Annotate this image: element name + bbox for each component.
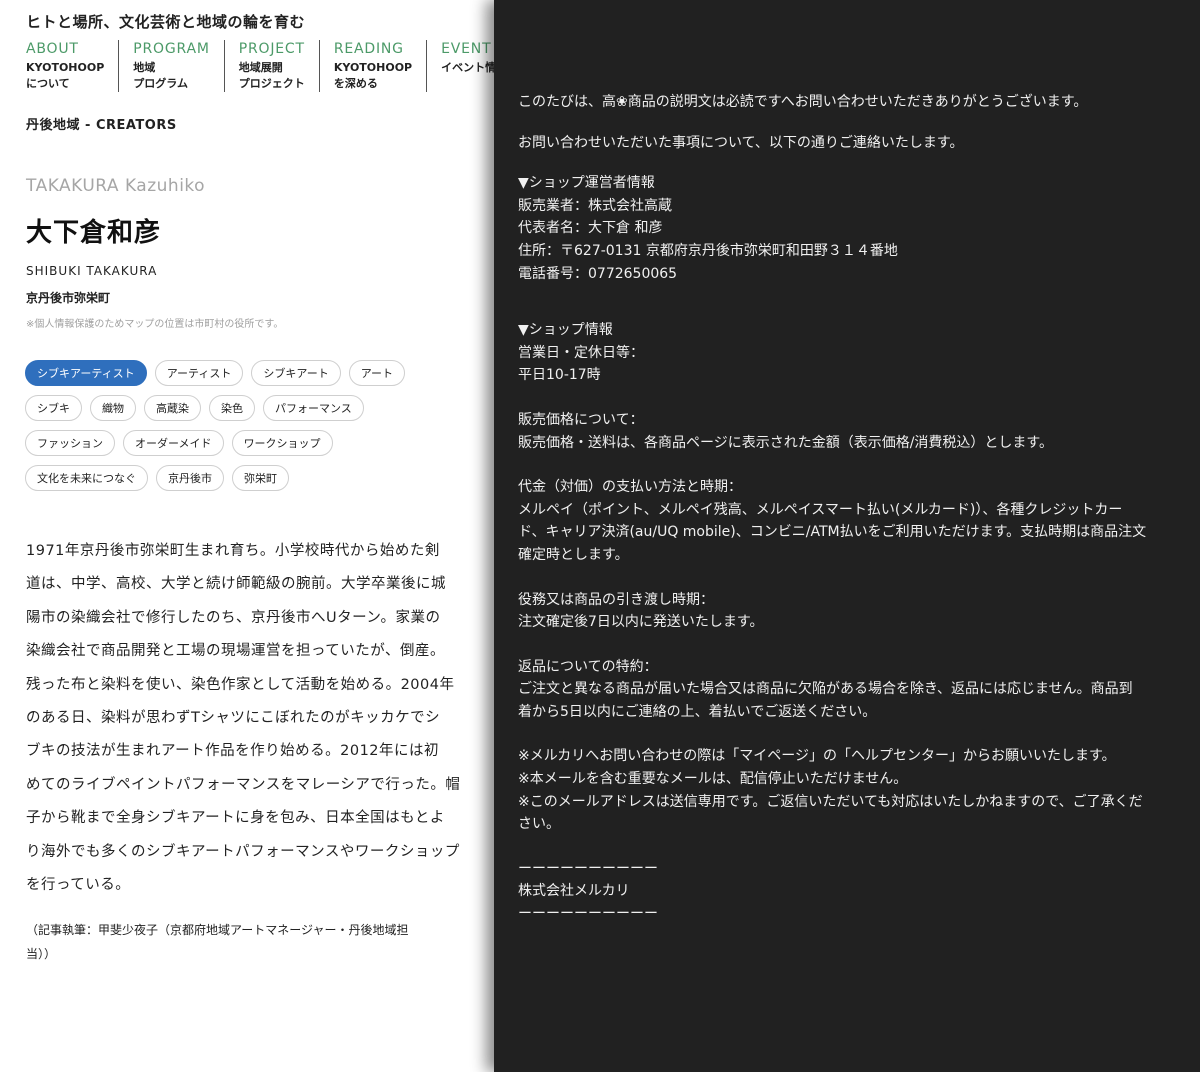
tag-chip[interactable]: ワークショップ xyxy=(231,430,333,456)
tag-chip[interactable]: 京丹後市 xyxy=(156,465,224,491)
tag-chip[interactable]: オーダーメイド xyxy=(123,430,224,456)
bio-line: のある日、染料が思わずTシャツにこぼれたのがキッカケでシ xyxy=(26,709,441,726)
credit-line: （記事執筆：甲斐少夜子（京都府地域アートマネージャー・丹後地域担 xyxy=(26,923,409,937)
mail-note: さい。 xyxy=(518,816,560,833)
mail-note: ※このメールアドレスは送信専用です。ご返信いただいても対応はいたしかねますので、… xyxy=(518,793,1143,810)
bio-line: 道は、中学、高校、大学と続け師範級の腕前。大学卒業後に城 xyxy=(26,576,446,593)
tag-chip[interactable]: 染色 xyxy=(209,395,255,421)
mail-note: ※本メールを含む重要なメールは、配信停止いただけません。 xyxy=(518,771,908,788)
signature-company: 株式会社メルカリ xyxy=(518,883,630,900)
tag-chip[interactable]: 高蔵染 xyxy=(144,395,201,421)
tag-list: シブキアーティスト アーティスト シブキアート アート シブキ 織物 高蔵染 染… xyxy=(25,360,465,500)
bio-line: り海外でも多くのシブキアートパフォーマンスやワークショップ xyxy=(26,843,460,860)
tag-chip[interactable]: ファッション xyxy=(25,430,115,456)
nav-item-program[interactable]: PROGRAM 地域 プログラム xyxy=(133,40,225,92)
tag-row: シブキ 織物 高蔵染 染色 パフォーマンス xyxy=(25,395,465,421)
bio-line: 1971年京丹後市弥栄町生まれ育ち。小学校時代から始めた剣 xyxy=(26,543,440,559)
nav-label-ja: について xyxy=(26,77,70,90)
nav-label-en: PROJECT xyxy=(238,41,305,57)
tag-row: ファッション オーダーメイド ワークショップ xyxy=(25,430,465,456)
bio-line: 残った布と染料を使い、染色作家として活動を始める。2004年 xyxy=(26,676,455,693)
bio-line: めてのライブペイントパフォーマンスをマレーシアで行った。帽 xyxy=(26,776,461,793)
mail-greeting: このたびは、高❀商品の説明文は必読ですへお問い合わせいただきありがとうございます… xyxy=(518,94,1088,110)
nav-label-en: EVENT xyxy=(441,41,492,57)
nav-label-ja: 地域展開 xyxy=(238,61,283,74)
signature-rule: ーーーーーーーーーー xyxy=(518,860,658,877)
tag-chip-active[interactable]: シブキアーティスト xyxy=(25,360,147,386)
bio-line: 染織会社で商品開発と工場の現場運営を担っていたが、倒産。 xyxy=(26,643,445,660)
payment-text: 確定時とします。 xyxy=(518,546,629,563)
tag-chip[interactable]: 文化を未来につなぐ xyxy=(25,465,148,491)
shop-hours-label: 営業日・定休日等： xyxy=(518,344,644,361)
creator-alias: SHIBUKI TAKAKURA xyxy=(26,264,158,278)
email-message-panel: このたびは、高❀商品の説明文は必読ですへお問い合わせいただきありがとうございます… xyxy=(494,0,1200,1072)
returns-text: 着から5日以内にご連絡の上、着払いでご返送ください。 xyxy=(518,703,877,720)
operator-representative: 代表者名：大下倉 和彦 xyxy=(518,220,663,237)
site-tagline: ヒトと場所、文化芸術と地域の輪を育む xyxy=(26,13,306,31)
nav-label-en: READING xyxy=(333,41,404,57)
creator-name-romaji: TAKAKURA Kazuhiko xyxy=(26,176,206,196)
operator-address: 住所：〒627-0131 京都府京丹後市弥栄町和田野３１４番地 xyxy=(518,242,898,259)
nav-item-reading[interactable]: READING KYOTOHOOP を深める xyxy=(333,40,428,92)
tag-row: シブキアーティスト アーティスト シブキアート アート xyxy=(25,360,465,386)
operator-phone: 電話番号：0772650065 xyxy=(518,265,678,282)
price-label: 販売価格について： xyxy=(518,411,644,428)
returns-label: 返品についての特約： xyxy=(518,658,658,675)
signature-rule: ーーーーーーーーーー xyxy=(518,906,658,923)
email-body: このたびは、高❀商品の説明文は必読ですへお問い合わせいただきありがとうございます… xyxy=(518,91,1190,926)
operator-seller: 販売業者：株式会社高蔵 xyxy=(518,197,672,214)
shop-heading: ▼ショップ情報 xyxy=(518,322,613,339)
payment-label: 代金（対価）の支払い方法と時期： xyxy=(518,479,742,496)
nav-item-about[interactable]: ABOUT KYOTOHOOP について xyxy=(26,40,120,92)
returns-text: ご注文と異なる商品が届いた場合又は商品に欠陥がある場合を除き、返品には応じません… xyxy=(518,681,1133,698)
nav-item-event[interactable]: EVENT イベント情報 xyxy=(441,40,494,92)
bio-line: を行っている。 xyxy=(26,876,131,893)
payment-text: メルペイ（ポイント、メルペイ残高、メルペイスマート払い(メルカード)）、各種クレ… xyxy=(518,501,1123,518)
operator-heading: ▼ショップ運営者情報 xyxy=(518,175,655,192)
nav-label-ja: イベント情報 xyxy=(441,61,494,74)
credit-line: 当）） xyxy=(26,947,57,961)
delivery-text: 注文確定後7日以内に発送いたします。 xyxy=(518,614,764,631)
mail-intro: お問い合わせいただいた事項について、以下の通りご連絡いたします。 xyxy=(518,134,964,151)
creator-bio: 1971年京丹後市弥栄町生まれ育ち。小学校時代から始めた剣 道は、中学、高校、大… xyxy=(26,538,461,905)
nav-label-ja: 地域 xyxy=(133,61,156,74)
tag-chip[interactable]: パフォーマンス xyxy=(263,395,364,421)
nav-label-ja: プロジェクト xyxy=(238,77,305,90)
nav-label-ja: KYOTOHOOP xyxy=(26,61,105,74)
mail-note: ※メルカリへお問い合わせの際は「マイページ」の「ヘルプセンター」からお願いいたし… xyxy=(518,748,1116,765)
breadcrumb[interactable]: 丹後地域 - CREATORS xyxy=(26,114,177,133)
nav-label-en: ABOUT xyxy=(26,41,79,57)
article-credit: （記事執筆：甲斐少夜子（京都府地域アートマネージャー・丹後地域担 当）） xyxy=(26,918,456,966)
tag-row: 文化を未来につなぐ 京丹後市 弥栄町 xyxy=(25,465,465,491)
shop-hours: 平日10-17時 xyxy=(518,367,601,384)
tag-chip[interactable]: 弥栄町 xyxy=(232,465,289,491)
bio-line: ブキの技法が生まれアート作品を作り始める。2012年には初 xyxy=(26,743,440,760)
creator-location: 京丹後市弥栄町 xyxy=(26,291,111,305)
tag-chip[interactable]: シブキアート xyxy=(251,360,341,386)
nav-label-en: PROGRAM xyxy=(133,41,210,57)
tag-chip[interactable]: シブキ xyxy=(25,395,82,421)
nav-label-ja: KYOTOHOOP xyxy=(333,61,413,74)
nav-label-ja: を深める xyxy=(333,77,378,90)
creator-name: 大下倉和彦 xyxy=(26,218,162,248)
nav-label-ja: プログラム xyxy=(133,77,188,90)
tag-chip[interactable]: 織物 xyxy=(90,395,136,421)
nav-item-project[interactable]: PROJECT 地域展開 プロジェクト xyxy=(239,40,320,92)
delivery-label: 役務又は商品の引き渡し時期： xyxy=(518,591,714,608)
map-privacy-note: ※個人情報保護のためマップの位置は市町村の役所です。 xyxy=(26,319,284,330)
tag-chip[interactable]: アーティスト xyxy=(154,360,244,386)
payment-text: ド、キャリア決済(au/UQ mobile)、コンビニ/ATM払いをご利用いただ… xyxy=(518,524,1147,541)
global-nav: ABOUT KYOTOHOOP について PROGRAM 地域 プログラム PR… xyxy=(26,40,494,92)
bio-line: 陽市の染織会社で修行したのち、京丹後市へUターン。家業の xyxy=(26,609,441,626)
price-text: 販売価格・送料は、各商品ページに表示された金額（表示価格/消費税込）とします。 xyxy=(518,434,1054,451)
creator-profile-page: ヒトと場所、文化芸術と地域の輪を育む ABOUT KYOTOHOOP について … xyxy=(0,0,494,1072)
bio-line: 子から靴まで全身シブキアートに身を包み、日本全国はもとよ xyxy=(26,810,445,827)
tag-chip[interactable]: アート xyxy=(348,360,406,386)
